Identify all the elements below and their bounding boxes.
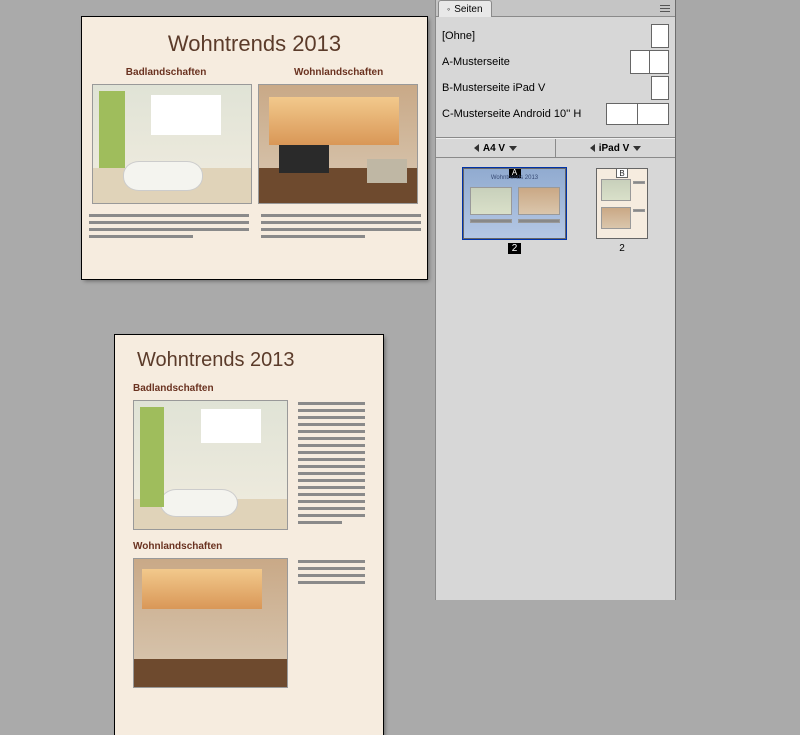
body-text-placeholder	[298, 400, 365, 530]
layout-label: iPad V	[599, 143, 630, 154]
image-bath	[133, 400, 288, 530]
mini-title: Wohntrends 2013	[464, 175, 565, 181]
layout-dropdown-left[interactable]: A4 V	[436, 139, 556, 157]
panel-tabbar: Seiten	[436, 0, 675, 17]
page-number: 2	[619, 243, 625, 254]
chevron-left-icon	[474, 144, 479, 152]
section-heading-living: Wohnlandschaften	[133, 541, 222, 552]
body-text-placeholder	[298, 558, 365, 688]
image-living	[133, 558, 288, 688]
document-canvas[interactable]: Wohntrends 2013 Badlandschaften Wohnland…	[0, 0, 435, 600]
section-heading-bath: Badlandschaften	[126, 67, 207, 78]
page-thumbnails: A Wohntrends 2013 2 B 2	[436, 158, 675, 264]
master-none[interactable]: [Ohne]	[442, 23, 669, 49]
panel-menu-icon[interactable]	[657, 0, 673, 16]
page-number[interactable]: 2	[508, 243, 522, 254]
chevron-down-icon	[633, 146, 641, 151]
master-thumb-icon	[651, 24, 669, 48]
page-thumb-ipad[interactable]: B	[596, 168, 648, 239]
tab-seiten[interactable]: Seiten	[438, 0, 492, 17]
master-pages-list: [Ohne] A-Musterseite B-Musterseite iPad …	[436, 17, 675, 138]
chevron-left-icon	[590, 144, 595, 152]
master-thumb-icon	[651, 76, 669, 100]
master-badge: B	[616, 168, 628, 178]
page-ipad-portrait[interactable]: Wohntrends 2013 Badlandschaften	[115, 335, 383, 735]
master-thumb-icon	[630, 50, 669, 74]
master-label: C-Musterseite Android 10'' H	[442, 108, 581, 120]
doc-title: Wohntrends 2013	[115, 335, 383, 378]
page-thumb-a4[interactable]: A Wohntrends 2013	[463, 168, 566, 239]
thumb-col-a4: A Wohntrends 2013 2	[463, 168, 566, 254]
image-bath	[92, 84, 252, 204]
layout-label: A4 V	[483, 143, 505, 154]
master-c[interactable]: C-Musterseite Android 10'' H	[442, 101, 669, 127]
doc-title: Wohntrends 2013	[82, 17, 427, 63]
section-heading-living: Wohnlandschaften	[294, 67, 383, 78]
master-label: B-Musterseite iPad V	[442, 82, 545, 94]
master-b[interactable]: B-Musterseite iPad V	[442, 75, 669, 101]
page-a4-landscape[interactable]: Wohntrends 2013 Badlandschaften Wohnland…	[82, 17, 427, 279]
pages-panel[interactable]: Seiten [Ohne] A-Musterseite B-Musterseit…	[435, 0, 676, 600]
right-dock	[676, 0, 800, 600]
master-label: A-Musterseite	[442, 56, 510, 68]
body-text-placeholder	[82, 214, 427, 242]
master-a[interactable]: A-Musterseite	[442, 49, 669, 75]
layout-dropdown-right[interactable]: iPad V	[556, 139, 675, 157]
section-heading-bath: Badlandschaften	[133, 383, 214, 394]
layout-selector-bar: A4 V iPad V	[436, 138, 675, 158]
chevron-down-icon	[509, 146, 517, 151]
thumb-col-ipad: B 2	[596, 168, 648, 254]
master-label: [Ohne]	[442, 30, 475, 42]
master-thumb-icon	[606, 103, 669, 125]
image-living	[258, 84, 418, 204]
